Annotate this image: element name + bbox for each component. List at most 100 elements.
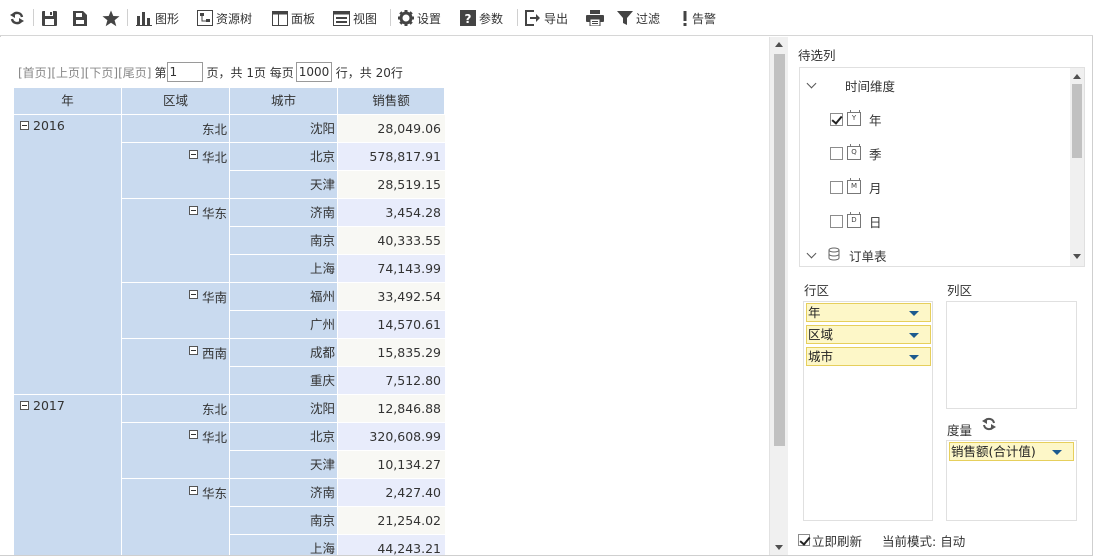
city-cell[interactable]: 北京 bbox=[230, 143, 338, 171]
row-zone[interactable]: 年区域 城市 bbox=[803, 301, 933, 521]
column-header[interactable]: 销售额 bbox=[338, 88, 445, 115]
city-cell[interactable]: 沈阳 bbox=[230, 395, 338, 423]
dropdown-arrow-icon[interactable] bbox=[909, 333, 919, 338]
candidate-scroll-down[interactable] bbox=[1073, 254, 1081, 259]
region-cell[interactable]: 东北 bbox=[122, 395, 230, 423]
prev-page-link[interactable]: [上页] bbox=[51, 64, 84, 81]
city-cell[interactable]: 北京 bbox=[230, 423, 338, 451]
collapse-icon[interactable] bbox=[188, 290, 198, 299]
collapse-icon[interactable] bbox=[188, 486, 198, 495]
export-button[interactable]: 导出 bbox=[525, 7, 568, 29]
params-button[interactable]: ? 参数 bbox=[460, 7, 503, 29]
city-cell[interactable]: 南京 bbox=[230, 227, 338, 255]
scroll-thumb[interactable] bbox=[774, 54, 785, 446]
page-number-input[interactable] bbox=[166, 62, 203, 82]
region-cell[interactable]: 华北 bbox=[122, 423, 230, 479]
rows-per-page-input[interactable] bbox=[295, 62, 332, 82]
row-field-chip[interactable]: 区域 bbox=[806, 325, 931, 344]
settings-button[interactable]: 设置 bbox=[398, 7, 441, 29]
favorite-button[interactable] bbox=[102, 7, 120, 29]
city-cell[interactable]: 沈阳 bbox=[230, 115, 338, 143]
last-page-link[interactable]: [尾页] bbox=[118, 64, 151, 81]
chart-button[interactable]: 图形 bbox=[136, 7, 179, 29]
city-cell[interactable]: 成都 bbox=[230, 339, 338, 367]
measure-field-chip[interactable]: 销售额(合计值) bbox=[949, 442, 1074, 461]
measure-zone[interactable]: 销售额(合计值) bbox=[946, 440, 1077, 521]
dropdown-arrow-icon[interactable] bbox=[1052, 450, 1062, 455]
region-cell[interactable]: 华南 bbox=[122, 283, 230, 339]
collapse-icon[interactable] bbox=[188, 206, 198, 215]
auto-refresh-label[interactable]: 立即刷新 bbox=[812, 531, 862, 550]
panel-icon bbox=[272, 10, 288, 26]
collapse-icon[interactable] bbox=[188, 430, 198, 439]
sales-value-cell: 74,143.99 bbox=[338, 255, 445, 283]
print-button[interactable] bbox=[586, 7, 604, 29]
collapse-icon[interactable] bbox=[188, 150, 198, 159]
city-cell[interactable]: 广州 bbox=[230, 311, 338, 339]
row-zone-title: 行区 bbox=[804, 283, 830, 298]
sales-value-cell: 44,243.21 bbox=[338, 535, 445, 555]
panel-button[interactable]: 面板 bbox=[272, 7, 315, 29]
city-cell[interactable]: 上海 bbox=[230, 535, 338, 555]
tree-item-dimension[interactable]: M月 bbox=[830, 177, 882, 197]
dropdown-arrow-icon[interactable] bbox=[909, 311, 919, 316]
tree-group-table[interactable]: 订单表 bbox=[806, 245, 887, 265]
tree-item-dimension[interactable]: Y年 bbox=[830, 109, 882, 129]
sales-value-cell: 33,492.54 bbox=[338, 283, 445, 311]
resource-tree-button[interactable]: 资源树 bbox=[197, 7, 252, 29]
scroll-up-arrow[interactable] bbox=[775, 42, 783, 47]
year-cell[interactable]: 2016 bbox=[14, 115, 122, 395]
column-header[interactable]: 区域 bbox=[122, 88, 230, 115]
city-cell[interactable]: 济南 bbox=[230, 479, 338, 507]
dimension-checkbox[interactable] bbox=[830, 180, 843, 194]
save-as-button[interactable] bbox=[72, 7, 88, 29]
year-cell[interactable]: 2017 bbox=[14, 395, 122, 555]
city-cell[interactable]: 上海 bbox=[230, 255, 338, 283]
first-page-link[interactable]: [首页] bbox=[18, 64, 51, 81]
column-header[interactable]: 年 bbox=[14, 88, 122, 115]
region-cell[interactable]: 西南 bbox=[122, 339, 230, 395]
tree-item-dimension[interactable]: Q季 bbox=[830, 143, 882, 163]
collapse-icon[interactable] bbox=[188, 346, 198, 355]
dropdown-arrow-icon[interactable] bbox=[909, 355, 919, 360]
region-cell[interactable]: 华东 bbox=[122, 479, 230, 555]
row-field-chip[interactable]: 年 bbox=[806, 303, 931, 322]
alert-button[interactable]: 告警 bbox=[681, 7, 716, 29]
scroll-down-arrow[interactable] bbox=[775, 545, 783, 550]
collapse-icon[interactable] bbox=[20, 121, 29, 130]
refresh-button[interactable] bbox=[9, 7, 25, 29]
city-cell[interactable]: 天津 bbox=[230, 451, 338, 479]
report-scrollbar[interactable] bbox=[769, 37, 788, 555]
save-as-icon bbox=[73, 10, 87, 26]
save-button[interactable] bbox=[41, 7, 58, 29]
region-cell[interactable]: 华东 bbox=[122, 199, 230, 283]
tree-item-dimension[interactable]: D日 bbox=[830, 211, 882, 231]
city-cell[interactable]: 天津 bbox=[230, 171, 338, 199]
candidate-scrollbar[interactable] bbox=[1070, 68, 1084, 266]
column-header[interactable]: 城市 bbox=[230, 88, 338, 115]
export-label: 导出 bbox=[544, 11, 569, 26]
filter-button[interactable]: 过滤 bbox=[617, 7, 660, 29]
region-cell[interactable]: 华北 bbox=[122, 143, 230, 199]
row-field-chip[interactable]: 城市 bbox=[806, 347, 931, 366]
candidate-scroll-thumb[interactable] bbox=[1072, 84, 1082, 158]
region-label: 华北 bbox=[201, 430, 227, 445]
column-zone[interactable] bbox=[946, 301, 1077, 409]
city-cell[interactable]: 南京 bbox=[230, 507, 338, 535]
city-cell[interactable]: 重庆 bbox=[230, 367, 338, 395]
auto-refresh-checkbox[interactable] bbox=[798, 534, 810, 546]
dimension-checkbox[interactable] bbox=[830, 146, 843, 160]
view-button[interactable]: 视图 bbox=[333, 7, 377, 29]
city-cell[interactable]: 济南 bbox=[230, 199, 338, 227]
swap-icon[interactable] bbox=[982, 417, 996, 432]
chevron-down-icon[interactable] bbox=[806, 248, 817, 258]
tree-group-time[interactable]: 时间维度 bbox=[806, 75, 895, 95]
city-cell[interactable]: 福州 bbox=[230, 283, 338, 311]
dimension-checkbox[interactable] bbox=[830, 214, 843, 228]
chevron-down-icon[interactable] bbox=[806, 78, 817, 88]
next-page-link[interactable]: [下页] bbox=[85, 64, 118, 81]
dimension-checkbox[interactable] bbox=[830, 112, 843, 126]
region-cell[interactable]: 东北 bbox=[122, 115, 230, 143]
candidate-scroll-up[interactable] bbox=[1073, 74, 1081, 79]
collapse-icon[interactable] bbox=[20, 401, 29, 410]
